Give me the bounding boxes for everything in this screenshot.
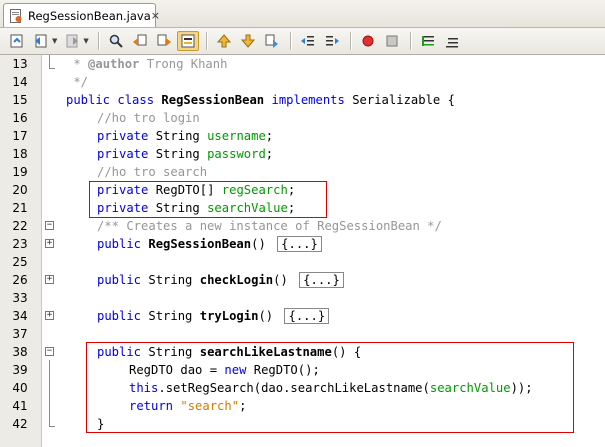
toolbar-separator bbox=[349, 32, 352, 50]
code-line: 15 public class RegSessionBean implement… bbox=[0, 91, 605, 109]
code-line: 14 */ bbox=[0, 73, 605, 91]
toggle-bookmark-icon[interactable] bbox=[261, 31, 283, 51]
shift-right-icon[interactable] bbox=[321, 31, 343, 51]
start-macro-icon[interactable] bbox=[357, 31, 379, 51]
fold-expand-icon[interactable]: + bbox=[45, 239, 54, 248]
find-next-icon[interactable] bbox=[153, 31, 175, 51]
line-number: 16 bbox=[12, 111, 28, 125]
fold-expand-icon[interactable]: + bbox=[45, 311, 54, 320]
code-text: /** Creates a new instance of RegSession… bbox=[97, 219, 442, 233]
line-number: 21 bbox=[12, 201, 28, 215]
stop-macro-icon[interactable] bbox=[381, 31, 403, 51]
forward-icon[interactable] bbox=[61, 31, 83, 51]
code-line: 18 private String password; bbox=[0, 145, 605, 163]
fold-collapse-icon[interactable]: − bbox=[45, 347, 54, 356]
code-text: public RegSessionBean() {...} bbox=[97, 235, 322, 253]
line-number: 34 bbox=[12, 309, 28, 323]
code-text: private String password; bbox=[97, 147, 274, 161]
code-line: 25 bbox=[0, 253, 605, 271]
forward-dropdown-icon[interactable]: ▼ bbox=[83, 37, 88, 45]
code-line: 37 bbox=[0, 325, 605, 343]
highlight-box-fields bbox=[89, 181, 327, 218]
fold-expand-icon[interactable]: + bbox=[45, 275, 54, 284]
code-line: 34 + public String tryLogin() {...} bbox=[0, 307, 605, 325]
editor-tab-strip: RegSessionBean.java × bbox=[0, 0, 605, 28]
collapsed-block[interactable]: {...} bbox=[299, 272, 344, 288]
highlight-box-method bbox=[86, 342, 574, 433]
previous-bookmark-icon[interactable] bbox=[213, 31, 235, 51]
code-text: public String checkLogin() {...} bbox=[97, 271, 344, 289]
close-icon[interactable]: × bbox=[151, 9, 160, 22]
line-number: 13 bbox=[12, 57, 28, 71]
code-line: 13 * @author Trong Khanh bbox=[0, 55, 605, 73]
fold-collapse-icon[interactable]: − bbox=[45, 221, 54, 230]
line-number: 18 bbox=[12, 147, 28, 161]
code-line: 23 + public RegSessionBean() {...} bbox=[0, 235, 605, 253]
line-number: 33 bbox=[12, 291, 28, 305]
code-text: public class RegSessionBean implements S… bbox=[66, 93, 455, 107]
code-text: * @author Trong Khanh bbox=[66, 57, 228, 71]
last-edit-icon[interactable] bbox=[6, 31, 28, 51]
code-line: 22 − /** Creates a new instance of RegSe… bbox=[0, 217, 605, 235]
back-icon[interactable] bbox=[30, 31, 52, 51]
line-number: 20 bbox=[12, 183, 28, 197]
line-number: 37 bbox=[12, 327, 28, 341]
tab-regsessionbean[interactable]: RegSessionBean.java × bbox=[3, 3, 160, 27]
code-text: public String tryLogin() {...} bbox=[97, 307, 330, 325]
line-number: 25 bbox=[12, 255, 28, 269]
code-line: 16 //ho tro login bbox=[0, 109, 605, 127]
line-number: 15 bbox=[12, 93, 28, 107]
uncomment-icon[interactable] bbox=[441, 31, 463, 51]
comment-icon[interactable] bbox=[417, 31, 439, 51]
collapsed-block[interactable]: {...} bbox=[284, 308, 330, 324]
tab-label: RegSessionBean.java bbox=[28, 8, 151, 23]
line-number: 26 bbox=[12, 273, 28, 287]
back-dropdown-icon[interactable]: ▼ bbox=[52, 37, 57, 45]
collapsed-block[interactable]: {...} bbox=[277, 236, 322, 252]
code-line: 33 bbox=[0, 289, 605, 307]
code-text: */ bbox=[66, 75, 89, 89]
line-number: 17 bbox=[12, 129, 28, 143]
shift-left-icon[interactable] bbox=[297, 31, 319, 51]
toolbar-separator bbox=[97, 32, 100, 50]
code-line: 17 private String username; bbox=[0, 127, 605, 145]
line-number: 14 bbox=[12, 75, 28, 89]
line-number: 41 bbox=[12, 399, 28, 413]
code-text: private String username; bbox=[97, 129, 274, 143]
toggle-highlight-icon[interactable] bbox=[176, 31, 199, 51]
next-bookmark-icon[interactable] bbox=[237, 31, 259, 51]
code-editor[interactable]: 13 * @author Trong Khanh 14 */ 15 public… bbox=[0, 55, 605, 447]
line-number: 38 bbox=[12, 345, 28, 359]
line-number: 23 bbox=[12, 237, 28, 251]
line-number: 42 bbox=[12, 417, 28, 431]
toolbar-separator bbox=[409, 32, 412, 50]
java-file-icon bbox=[9, 8, 23, 23]
line-number: 39 bbox=[12, 363, 28, 377]
code-text: //ho tro search bbox=[97, 165, 208, 179]
find-selection-icon[interactable] bbox=[105, 31, 127, 51]
toolbar-separator bbox=[205, 32, 208, 50]
line-number: 40 bbox=[12, 381, 28, 395]
code-line: 19 //ho tro search bbox=[0, 163, 605, 181]
code-text: //ho tro login bbox=[97, 111, 200, 125]
find-previous-icon[interactable] bbox=[129, 31, 151, 51]
code-line: 26 + public String checkLogin() {...} bbox=[0, 271, 605, 289]
editor-toolbar: ▼ ▼ bbox=[0, 28, 605, 55]
line-number: 19 bbox=[12, 165, 28, 179]
line-number: 22 bbox=[12, 219, 28, 233]
toolbar-separator bbox=[289, 32, 292, 50]
